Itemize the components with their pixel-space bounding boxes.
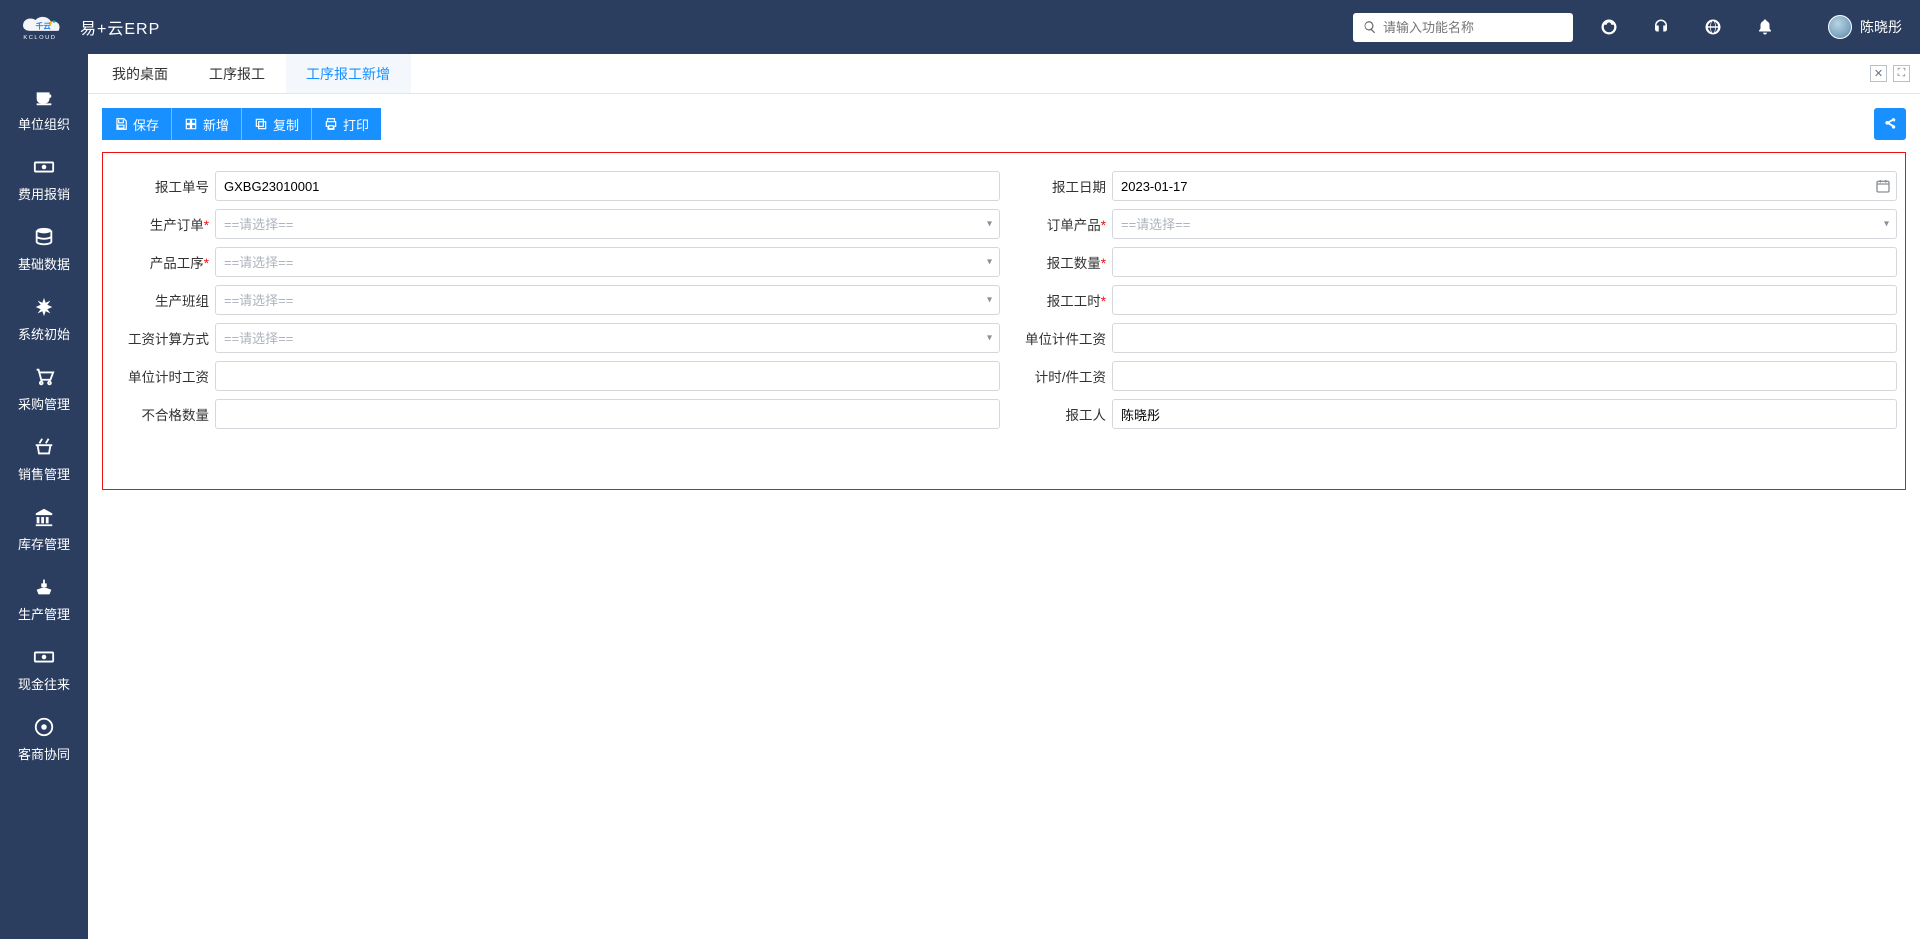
- select-order-product[interactable]: [1112, 209, 1897, 239]
- close-tab-icon[interactable]: ✕: [1870, 65, 1887, 82]
- coffee-icon: [33, 86, 55, 108]
- input-reject-qty[interactable]: [215, 399, 1000, 429]
- save-icon: [114, 117, 128, 131]
- banknote-icon: [33, 156, 55, 178]
- copy-icon: [254, 117, 268, 131]
- sidebar-item-label: 销售管理: [18, 464, 70, 483]
- select-prod-order[interactable]: [215, 209, 1000, 239]
- bell-icon[interactable]: [1756, 18, 1774, 36]
- sidebar-item-label: 费用报销: [18, 184, 70, 203]
- banknote-icon: [33, 646, 55, 668]
- form-outline: 报工单号 报工日期 生产订单* ▾: [102, 152, 1906, 490]
- asterisk-icon: [33, 296, 55, 318]
- label-report-no: 报工单号: [111, 176, 215, 196]
- input-unit-time-salary[interactable]: [215, 361, 1000, 391]
- database-icon: [33, 226, 55, 248]
- label-salary-calc: 工资计算方式: [111, 328, 215, 348]
- tab-process-report-new[interactable]: 工序报工新增: [286, 54, 411, 93]
- sidebar-item-cash[interactable]: 现金往来: [0, 634, 88, 704]
- new-button[interactable]: 新增: [171, 108, 241, 140]
- plus-grid-icon: [184, 117, 198, 131]
- bank-icon: [33, 506, 55, 528]
- tab-desktop[interactable]: 我的桌面: [92, 54, 189, 93]
- sidebar-item-sysinit[interactable]: 系统初始: [0, 284, 88, 354]
- select-salary-calc[interactable]: [215, 323, 1000, 353]
- sidebar-item-basedata[interactable]: 基础数据: [0, 214, 88, 284]
- search-input[interactable]: [1377, 20, 1563, 35]
- input-time-piece-salary[interactable]: [1112, 361, 1897, 391]
- label-report-date: 报工日期: [1008, 176, 1112, 196]
- cart-icon: [33, 366, 55, 388]
- input-reporter[interactable]: [1112, 399, 1897, 429]
- toolbar: 保存 新增 复制 打印: [102, 108, 1906, 140]
- sidebar-item-inventory[interactable]: 库存管理: [0, 494, 88, 564]
- sidebar-item-sales[interactable]: 销售管理: [0, 424, 88, 494]
- select-prod-team[interactable]: [215, 285, 1000, 315]
- print-icon: [324, 117, 338, 131]
- input-report-qty[interactable]: [1112, 247, 1897, 277]
- input-report-no[interactable]: [215, 171, 1000, 201]
- print-button[interactable]: 打印: [311, 108, 381, 140]
- copy-button[interactable]: 复制: [241, 108, 311, 140]
- sidebar-item-label: 客商协同: [18, 744, 70, 763]
- svg-text:千云: 千云: [36, 21, 52, 31]
- fullscreen-icon[interactable]: ⛶: [1893, 65, 1910, 82]
- label-prod-team: 生产班组: [111, 290, 215, 310]
- sidebar-item-label: 基础数据: [18, 254, 70, 273]
- sidebar-item-org[interactable]: 单位组织: [0, 74, 88, 144]
- content: 保存 新增 复制 打印: [88, 94, 1920, 939]
- topbar: 千云 KCLOUD 易+云ERP 陈晓彤: [0, 0, 1920, 54]
- sidebar: 单位组织 费用报销 基础数据 系统初始 采购管理 销售管理 库存管理 生产管理: [0, 54, 88, 939]
- save-button[interactable]: 保存: [102, 108, 171, 140]
- avatar: [1828, 15, 1852, 39]
- search-icon: [1363, 20, 1377, 34]
- search-box[interactable]: [1353, 13, 1573, 42]
- toolbar-buttons: 保存 新增 复制 打印: [102, 108, 381, 140]
- sidebar-item-label: 现金往来: [18, 674, 70, 693]
- sidebar-item-collab[interactable]: 客商协同: [0, 704, 88, 774]
- top-icons: [1600, 18, 1774, 36]
- tabs: 我的桌面 工序报工 工序报工新增 ✕ ⛶: [88, 54, 1920, 94]
- input-report-date[interactable]: [1112, 171, 1897, 201]
- main: 我的桌面 工序报工 工序报工新增 ✕ ⛶ 保存 新增: [88, 54, 1920, 939]
- sidebar-item-label: 库存管理: [18, 534, 70, 553]
- select-product-process[interactable]: [215, 247, 1000, 277]
- label-time-piece-salary: 计时/件工资: [1008, 366, 1112, 386]
- label-unit-piece-salary: 单位计件工资: [1008, 328, 1112, 348]
- user-area[interactable]: 陈晓彤: [1828, 15, 1902, 39]
- tabs-controls: ✕ ⛶: [1860, 54, 1920, 93]
- input-report-hours[interactable]: [1112, 285, 1897, 315]
- share-button[interactable]: [1874, 108, 1906, 140]
- label-report-qty: 报工数量*: [1008, 252, 1112, 272]
- svg-text:KCLOUD: KCLOUD: [23, 35, 56, 40]
- collab-icon: [33, 716, 55, 738]
- logo-icon: 千云 KCLOUD: [12, 10, 70, 44]
- label-prod-order: 生产订单*: [111, 214, 215, 234]
- globe-icon[interactable]: [1704, 18, 1722, 36]
- sidebar-item-label: 单位组织: [18, 114, 70, 133]
- sidebar-item-label: 生产管理: [18, 604, 70, 623]
- label-reject-qty: 不合格数量: [111, 404, 215, 424]
- label-report-hours: 报工工时*: [1008, 290, 1112, 310]
- sidebar-item-expense[interactable]: 费用报销: [0, 144, 88, 214]
- headset-icon[interactable]: [1652, 18, 1670, 36]
- basket-icon: [33, 436, 55, 458]
- ship-icon: [33, 576, 55, 598]
- share-icon: [1883, 117, 1897, 131]
- sidebar-item-production[interactable]: 生产管理: [0, 564, 88, 634]
- sidebar-item-purchase[interactable]: 采购管理: [0, 354, 88, 424]
- label-unit-time-salary: 单位计时工资: [111, 366, 215, 386]
- logo-area: 千云 KCLOUD 易+云ERP: [12, 10, 160, 44]
- label-product-process: 产品工序*: [111, 252, 215, 272]
- sidebar-item-label: 采购管理: [18, 394, 70, 413]
- tab-process-report[interactable]: 工序报工: [189, 54, 286, 93]
- username: 陈晓彤: [1860, 17, 1902, 37]
- product-name: 易+云ERP: [80, 15, 160, 39]
- input-unit-piece-salary[interactable]: [1112, 323, 1897, 353]
- sidebar-item-label: 系统初始: [18, 324, 70, 343]
- browser-icon[interactable]: [1600, 18, 1618, 36]
- label-order-product: 订单产品*: [1008, 214, 1112, 234]
- label-reporter: 报工人: [1008, 404, 1112, 424]
